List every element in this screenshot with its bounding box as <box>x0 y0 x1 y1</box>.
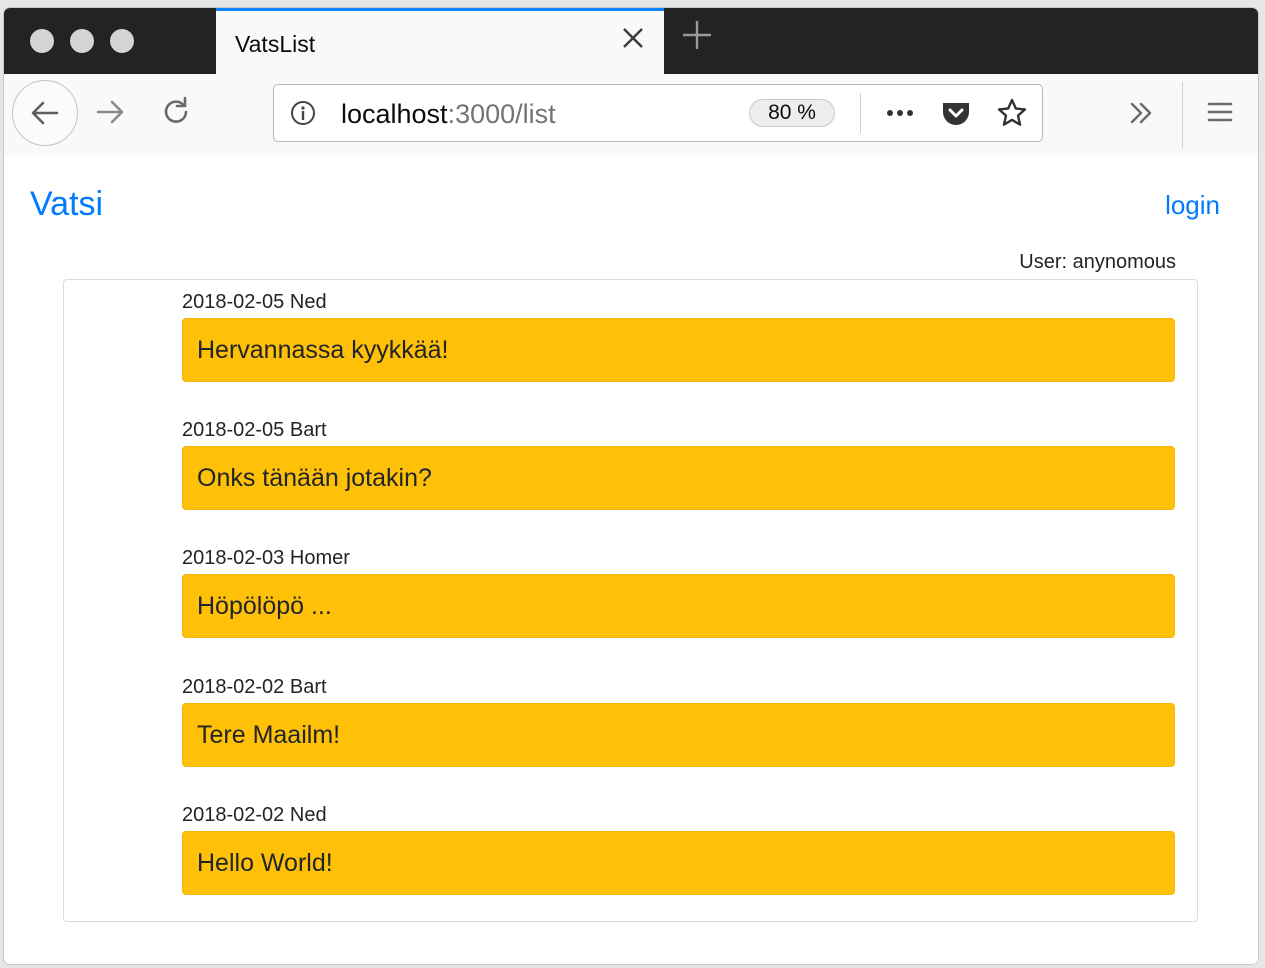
message-author: Ned <box>289 291 327 313</box>
hamburger-menu-icon[interactable] <box>1204 96 1236 128</box>
bookmark-star-icon[interactable] <box>996 97 1028 129</box>
message-list-card: 2018-02-05 Ned Hervannassa kyykkää! 2018… <box>63 279 1198 922</box>
page-actions-icon[interactable] <box>884 97 916 129</box>
forward-button[interactable] <box>90 92 130 132</box>
login-link[interactable]: login <box>1165 190 1220 221</box>
message-date: 2018-02-05 <box>182 419 285 441</box>
overflow-chevron-icon[interactable] <box>1124 96 1158 130</box>
message-text: Hervannassa kyykkää! <box>182 318 1175 382</box>
message-author: Bart <box>289 419 327 441</box>
page-content: Vatsi login User: anynomous 2018-02-05 N… <box>4 156 1258 964</box>
new-tab-icon[interactable] <box>680 18 714 59</box>
message-meta: 2018-02-03 Homer <box>182 546 1175 574</box>
tab-strip: VatsList <box>4 8 1258 74</box>
message-item: 2018-02-02 Ned Hello World! <box>182 803 1175 895</box>
info-icon[interactable] <box>290 100 316 126</box>
message-item: 2018-02-05 Bart Onks tänään jotakin? <box>182 418 1175 510</box>
tab-active[interactable]: VatsList <box>216 8 664 74</box>
toolbar-divider <box>1182 82 1183 148</box>
message-meta: 2018-02-02 Ned <box>182 803 1175 831</box>
url-host: localhost <box>341 99 448 129</box>
message-text: Onks tänään jotakin? <box>182 446 1175 510</box>
message-item: 2018-02-05 Ned Hervannassa kyykkää! <box>182 290 1175 382</box>
message-meta: 2018-02-05 Bart <box>182 418 1175 446</box>
url-bar[interactable]: localhost:3000/list 80 % <box>273 84 1043 142</box>
window-maximize-button[interactable] <box>110 29 134 53</box>
message-author: Homer <box>289 547 350 569</box>
forward-arrow-icon <box>96 100 124 124</box>
url-bar-divider <box>860 93 861 133</box>
message-text: Hello World! <box>182 831 1175 895</box>
message-author: Bart <box>289 676 327 698</box>
window-close-button[interactable] <box>30 29 54 53</box>
reload-icon <box>164 96 188 123</box>
message-date: 2018-02-03 <box>182 547 285 569</box>
message-meta: 2018-02-02 Bart <box>182 675 1175 703</box>
zoom-badge[interactable]: 80 % <box>749 99 835 127</box>
message-date: 2018-02-05 <box>182 291 285 313</box>
window-minimize-button[interactable] <box>70 29 94 53</box>
nav-toolbar: localhost:3000/list 80 % <box>4 74 1258 157</box>
browser-window: VatsList localhost:3000/list 80 % Vatsi … <box>4 8 1258 964</box>
brand-link[interactable]: Vatsi <box>30 185 103 224</box>
message-text: Tere Maailm! <box>182 703 1175 767</box>
message-author: Ned <box>289 804 327 826</box>
message-text: Höpölöpö ... <box>182 574 1175 638</box>
pocket-icon[interactable] <box>940 97 972 129</box>
current-user-label: User: anynomous <box>1019 251 1176 273</box>
reload-button[interactable] <box>156 92 196 132</box>
message-item: 2018-02-02 Bart Tere Maailm! <box>182 675 1175 767</box>
back-button[interactable] <box>12 80 78 146</box>
message-date: 2018-02-02 <box>182 676 285 698</box>
url-text[interactable]: localhost:3000/list <box>341 99 556 130</box>
message-meta: 2018-02-05 Ned <box>182 290 1175 318</box>
message-item: 2018-02-03 Homer Höpölöpö ... <box>182 546 1175 638</box>
tab-close-icon[interactable] <box>620 25 646 57</box>
message-date: 2018-02-02 <box>182 804 285 826</box>
url-path: :3000/list <box>447 99 556 129</box>
back-arrow-icon <box>31 101 59 125</box>
tab-title: VatsList <box>235 31 316 57</box>
